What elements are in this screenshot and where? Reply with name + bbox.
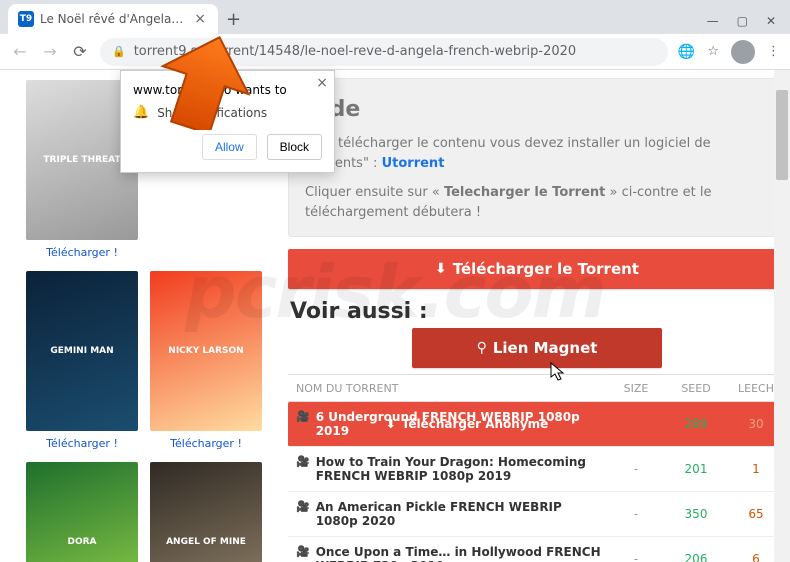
table-row[interactable]: 🎥6 Underground FRENCH WEBRIP 1080p 2019 … xyxy=(288,402,786,447)
utorrent-link[interactable]: Utorrent xyxy=(382,156,445,171)
table-row[interactable]: 🎥How to Train Your Dragon: Homecoming FR… xyxy=(288,447,786,492)
block-button[interactable]: Block xyxy=(267,134,322,160)
poster-image: NICKY LARSON xyxy=(150,271,262,431)
back-button[interactable]: ← xyxy=(10,42,30,62)
minimize-icon[interactable]: — xyxy=(707,14,719,28)
video-icon: 🎥 xyxy=(296,410,310,438)
download-anon-button[interactable]: ⬇Télécharger Anonyme xyxy=(368,402,566,446)
download-icon: ⬇ xyxy=(386,417,396,431)
lock-icon: 🔒 xyxy=(112,45,126,58)
col-name-header: NOM DU TORRENT xyxy=(288,382,606,395)
main-column: Aide Pour télécharger le contenu vous de… xyxy=(280,70,790,562)
tab-title: Le Noël rêvé d'Angela FRENCH W xyxy=(40,12,186,26)
poster-image: DORA xyxy=(26,462,138,562)
col-size-header: SIZE xyxy=(606,382,666,395)
help-paragraph-1: Pour télécharger le contenu vous devez i… xyxy=(305,134,769,173)
poster-image: ANGEL OF MINE xyxy=(150,462,262,562)
video-icon: 🎥 xyxy=(296,500,310,528)
download-icon: ⬇ xyxy=(435,261,447,277)
pointer-arrow-overlay xyxy=(155,35,255,134)
magnet-icon: ⚲ xyxy=(477,340,487,356)
poster-item[interactable]: DORATélécharger ! xyxy=(26,462,138,562)
tab-close-icon[interactable]: × xyxy=(192,9,208,29)
close-icon[interactable]: ✕ xyxy=(766,14,776,28)
download-link[interactable]: Télécharger ! xyxy=(170,437,242,450)
menu-icon[interactable]: ⋮ xyxy=(767,44,780,59)
allow-button[interactable]: Allow xyxy=(202,134,257,160)
window-controls: — ▢ ✕ xyxy=(707,14,782,34)
video-icon: 🎥 xyxy=(296,455,310,483)
poster-item[interactable]: NICKY LARSON Télécharger ! xyxy=(150,271,262,450)
magnet-link-button[interactable]: ⚲Lien Magnet xyxy=(412,328,662,368)
maximize-icon[interactable]: ▢ xyxy=(737,14,748,28)
help-paragraph-2: Cliquer ensuite sur « Telecharger le Tor… xyxy=(305,183,769,222)
scrollbar-thumb[interactable] xyxy=(776,90,788,180)
download-torrent-button[interactable]: ⬇Télécharger le Torrent xyxy=(288,249,786,289)
poster-item[interactable]: GEMINI MAN Télécharger ! xyxy=(26,271,138,450)
page-content: TRIPLE THREATTélécharger ! GEMINI MANTél… xyxy=(0,70,790,562)
close-icon[interactable]: × xyxy=(316,75,328,91)
help-title: Aide xyxy=(305,93,769,126)
download-link[interactable]: Télécharger ! xyxy=(46,437,118,450)
browser-tab[interactable]: T9 Le Noël rêvé d'Angela FRENCH W × xyxy=(8,4,218,34)
bell-icon: 🔔 xyxy=(133,105,149,120)
reload-button[interactable]: ⟳ xyxy=(70,42,90,62)
table-row[interactable]: 🎥An American Pickle FRENCH WEBRIP 1080p … xyxy=(288,492,786,537)
table-row[interactable]: 🎥Once Upon a Time… in Hollywood FRENCH W… xyxy=(288,537,786,562)
poster-image: GEMINI MAN xyxy=(26,271,138,431)
new-tab-button[interactable]: + xyxy=(218,9,249,30)
download-link[interactable]: Télécharger ! xyxy=(46,246,118,259)
poster-item[interactable]: ANGEL OF MINETélécharger ! xyxy=(150,462,262,562)
help-card: Aide Pour télécharger le contenu vous de… xyxy=(288,78,786,237)
video-icon: 🎥 xyxy=(296,545,310,562)
table-header: NOM DU TORRENT SIZE SEED LEECH xyxy=(288,374,786,402)
col-seed-header: SEED xyxy=(666,382,726,395)
translate-icon[interactable]: 🌐 xyxy=(678,44,695,60)
vertical-scrollbar[interactable] xyxy=(774,70,790,562)
profile-avatar[interactable] xyxy=(731,40,755,64)
tab-favicon: T9 xyxy=(18,11,34,27)
section-heading: Voir aussi : xyxy=(290,299,786,324)
bookmark-icon[interactable]: ☆ xyxy=(707,44,719,59)
forward-button[interactable]: → xyxy=(40,42,60,62)
browser-toolbar: ← → ⟳ 🔒 torrent9.so/torrent/14548/le-noe… xyxy=(0,34,790,70)
window-titlebar: T9 Le Noël rêvé d'Angela FRENCH W × + — … xyxy=(0,0,790,34)
